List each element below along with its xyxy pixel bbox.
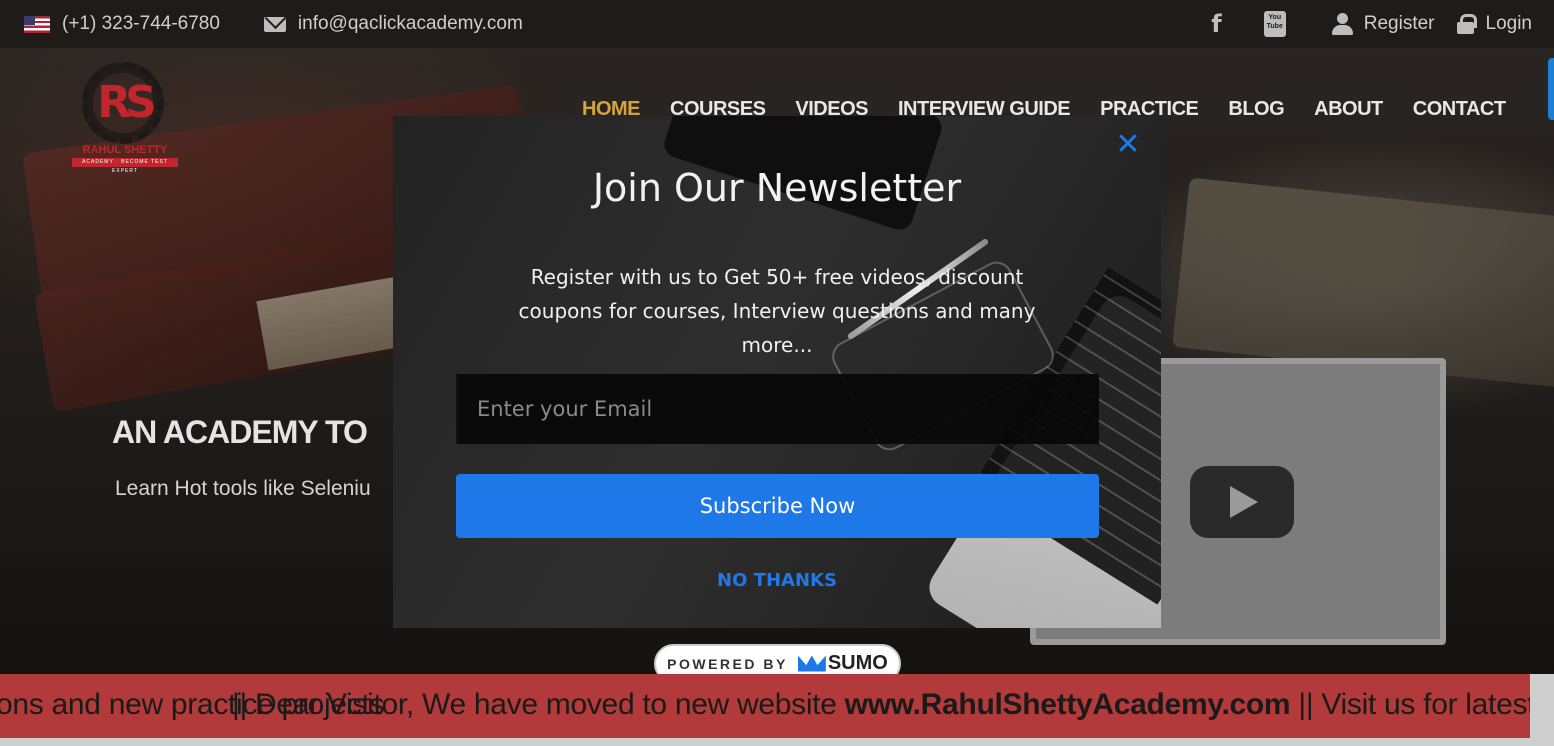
facebook-icon[interactable]: f xyxy=(1211,10,1221,38)
modal-title: Join Our Newsletter xyxy=(592,166,962,210)
site-logo[interactable]: RS RAHUL SHETTY ACADEMY · BECOME TEST EX… xyxy=(70,62,180,174)
hero-headline: AN ACADEMY TO xyxy=(112,414,368,450)
side-feedback-tab[interactable] xyxy=(1548,58,1554,120)
nav-blog[interactable]: BLOG xyxy=(1228,98,1284,121)
envelope-icon xyxy=(263,16,286,32)
announcement-ticker: ons and new practice projects || Dear Vi… xyxy=(0,674,1530,738)
crown-icon xyxy=(797,655,826,672)
logo-initials: RS xyxy=(97,77,157,128)
phone-number[interactable]: (+1) 323-744-6780 xyxy=(62,13,220,35)
ticker-lead: || Dear Visitor, We have moved to new we… xyxy=(232,688,845,721)
lock-icon xyxy=(1456,14,1477,34)
modal-description: Register with us to Get 50+ free videos,… xyxy=(518,265,1036,357)
nav-contact[interactable]: CONTACT xyxy=(1413,98,1506,121)
user-icon xyxy=(1331,13,1353,35)
us-flag-icon xyxy=(24,15,50,33)
ticker-url-link[interactable]: www.RahulShettyAcademy.com xyxy=(845,688,1291,721)
top-bar: (+1) 323-744-6780 info@qaclickacademy.co… xyxy=(0,0,1554,48)
page-bottom-edge xyxy=(0,738,1554,746)
nav-about[interactable]: ABOUT xyxy=(1314,98,1383,121)
logo-tagline: ACADEMY · BECOME TEST EXPERT xyxy=(72,158,178,174)
ticker-tail: || Visit us for latest xyxy=(1290,688,1530,721)
no-thanks-button[interactable]: NO THANKS xyxy=(393,570,1161,591)
play-icon[interactable] xyxy=(1190,466,1294,538)
logo-name: RAHUL SHETTY xyxy=(82,144,168,156)
register-link[interactable]: Register xyxy=(1364,13,1435,35)
subscribe-button[interactable]: Subscribe Now xyxy=(456,474,1099,538)
email-input[interactable] xyxy=(456,374,1099,444)
sumo-brand: SUMO xyxy=(827,652,888,674)
powered-by-label: POWERED BY xyxy=(667,655,788,672)
account-links: f You Tube Register Login xyxy=(1211,0,1532,48)
page-edge xyxy=(1530,674,1554,746)
login-link[interactable]: Login xyxy=(1486,13,1533,35)
youtube-icon[interactable]: You Tube xyxy=(1263,11,1286,37)
close-icon[interactable]: ✕ xyxy=(1115,130,1141,160)
contact-info: (+1) 323-744-6780 info@qaclickacademy.co… xyxy=(24,0,523,48)
newsletter-modal: ✕ Join Our Newsletter Register with us t… xyxy=(393,116,1161,628)
hero-subline: Learn Hot tools like Seleniu xyxy=(115,477,371,500)
contact-email[interactable]: info@qaclickacademy.com xyxy=(298,13,523,35)
ticker-message: || Dear Visitor, We have moved to new we… xyxy=(232,688,1530,722)
